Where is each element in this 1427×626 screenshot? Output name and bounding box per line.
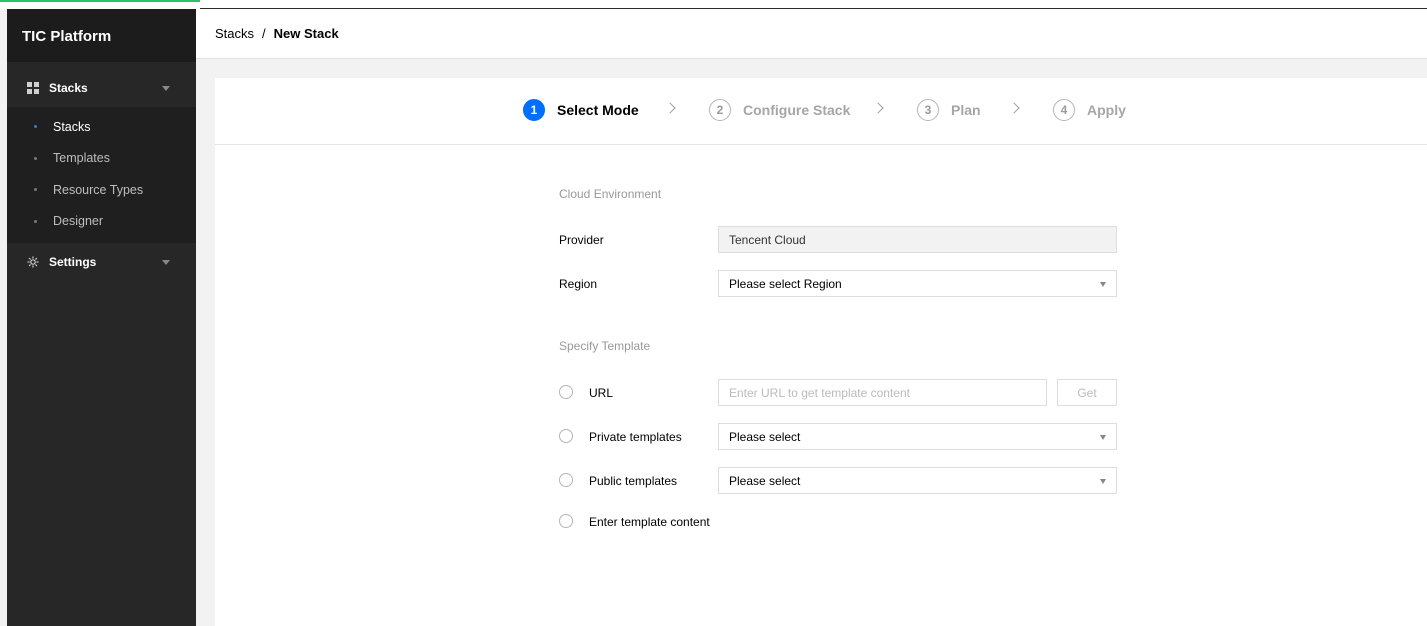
template-content-label: Enter template content: [589, 515, 710, 529]
sidebar-item-templates[interactable]: Templates: [7, 143, 196, 175]
chevron-right-icon: [664, 102, 676, 114]
chevron-right-icon: [1008, 102, 1020, 114]
chevron-down-icon: [1100, 479, 1106, 484]
public-templates-value: Please select: [729, 473, 801, 488]
public-templates-radio[interactable]: [559, 473, 573, 487]
sidebar: TIC Platform Stacks Stacks Templates Res…: [7, 9, 196, 626]
public-templates-label: Public templates: [589, 474, 678, 488]
bullet-icon: [34, 219, 37, 223]
sidebar-item-designer[interactable]: Designer: [7, 206, 196, 238]
section-title-specify-template: Specify Template: [559, 339, 651, 353]
chevron-down-icon: [162, 86, 170, 91]
sidebar-item-stacks[interactable]: Stacks: [7, 111, 196, 143]
step-plan: 3 Plan: [917, 99, 981, 121]
region-value: Please select Region: [729, 276, 842, 291]
bullet-icon: [34, 188, 37, 192]
provider-label: Provider: [559, 233, 604, 247]
private-templates-select[interactable]: Please select: [718, 423, 1117, 450]
template-content-radio[interactable]: [559, 514, 573, 528]
step-apply: 4 Apply: [1053, 99, 1126, 121]
chevron-down-icon: [1100, 435, 1106, 440]
chevron-right-icon: [872, 102, 884, 114]
sidebar-item-label: Resource Types: [53, 182, 144, 197]
step-label: Select Mode: [557, 102, 639, 118]
breadcrumb-current: New Stack: [273, 26, 339, 41]
url-radio-label: URL: [589, 386, 614, 400]
menu-group-settings[interactable]: Settings: [7, 247, 196, 277]
private-templates-label: Private templates: [589, 430, 682, 444]
menu-group-label: Stacks: [49, 81, 88, 95]
section-title-cloud-environment: Cloud Environment: [559, 187, 662, 201]
menu-group-stacks[interactable]: Stacks: [7, 62, 196, 97]
main-panel: 1 Select Mode 2 Configure Stack 3 Plan 4…: [215, 78, 1427, 626]
page-header: Stacks / New Stack: [196, 9, 1427, 59]
step-number: 1: [523, 99, 545, 121]
public-templates-select[interactable]: Please select: [718, 467, 1117, 494]
bullet-icon: [34, 125, 37, 129]
sidebar-item-label: Stacks: [53, 119, 91, 134]
breadcrumb-separator: /: [262, 26, 266, 41]
region-label: Region: [559, 277, 598, 291]
private-templates-value: Please select: [729, 429, 801, 444]
gear-icon: [27, 256, 39, 268]
sidebar-item-label: Designer: [53, 214, 104, 229]
provider-field: Tencent Cloud: [718, 226, 1117, 253]
url-input[interactable]: Enter URL to get template content: [718, 379, 1047, 406]
chevron-down-icon: [1100, 282, 1106, 287]
step-number: 3: [917, 99, 939, 121]
brand-title: TIC Platform: [7, 9, 196, 62]
url-radio[interactable]: [559, 385, 573, 399]
menu-group-label: Settings: [49, 255, 97, 269]
step-indicator: 1 Select Mode 2 Configure Stack 3 Plan 4…: [215, 78, 1427, 145]
sidebar-item-label: Templates: [53, 151, 110, 166]
step-number: 4: [1053, 99, 1075, 121]
sidebar-item-resource-types[interactable]: Resource Types: [7, 174, 196, 206]
stacks-submenu: Stacks Templates Resource Types Designer: [7, 107, 196, 243]
step-label: Plan: [951, 102, 981, 118]
step-number: 2: [709, 99, 731, 121]
top-accent-bar: [0, 0, 1427, 9]
chevron-down-icon: [162, 260, 170, 265]
step-label: Configure Stack: [743, 102, 851, 118]
grid-icon: [27, 82, 39, 94]
breadcrumb-stacks[interactable]: Stacks: [215, 26, 254, 41]
step-configure-stack: 2 Configure Stack: [709, 99, 850, 121]
region-select[interactable]: Please select Region: [718, 270, 1117, 297]
bullet-icon: [34, 156, 37, 160]
private-templates-radio[interactable]: [559, 429, 573, 443]
step-label: Apply: [1087, 102, 1126, 118]
step-select-mode: 1 Select Mode: [523, 99, 639, 121]
get-button[interactable]: Get: [1057, 379, 1117, 406]
url-placeholder: Enter URL to get template content: [729, 385, 910, 400]
provider-value: Tencent Cloud: [729, 232, 806, 247]
